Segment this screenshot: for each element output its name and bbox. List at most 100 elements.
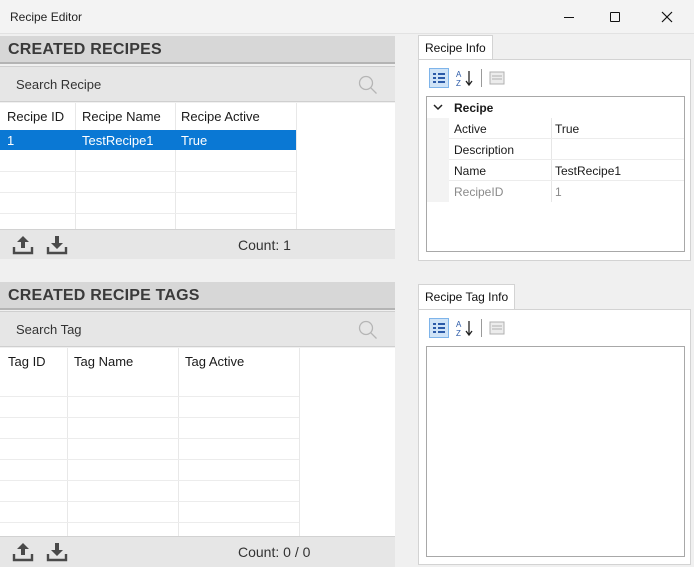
column-header-recipe-name[interactable]: Recipe Name xyxy=(82,109,161,124)
cell-recipe-active: True xyxy=(181,133,208,148)
column-header-recipe-id[interactable]: Recipe ID xyxy=(7,109,64,124)
maximize-button[interactable] xyxy=(589,0,641,34)
categorized-button[interactable] xyxy=(429,68,449,88)
column-divider xyxy=(299,348,300,536)
column-divider xyxy=(551,160,552,181)
column-divider xyxy=(75,103,76,229)
tags-count: Count: 0 / 0 xyxy=(238,544,311,560)
recipe-property-grid[interactable]: Recipe Active True Description Name Test… xyxy=(426,96,685,252)
recipes-heading-label: CREATED RECIPES xyxy=(8,41,162,58)
recipes-table-header: Recipe ID Recipe Name Recipe Active xyxy=(0,103,395,129)
tag-property-grid[interactable] xyxy=(426,346,685,557)
property-pages-button[interactable] xyxy=(487,318,507,338)
svg-text:Z: Z xyxy=(456,329,461,337)
window-title: Recipe Editor xyxy=(10,10,83,24)
recipes-table[interactable]: Recipe ID Recipe Name Recipe Active 1 Te… xyxy=(0,103,395,229)
row-divider xyxy=(0,396,299,397)
row-divider xyxy=(0,480,299,481)
svg-text:A: A xyxy=(456,320,462,329)
search-icon[interactable] xyxy=(358,320,378,340)
property-row[interactable]: Description xyxy=(427,139,684,160)
download-icon[interactable] xyxy=(46,542,68,562)
maximize-icon xyxy=(610,12,620,22)
column-header-tag-id[interactable]: Tag ID xyxy=(8,354,46,369)
tags-heading-label: CREATED RECIPE TAGS xyxy=(8,287,200,304)
recipes-heading: CREATED RECIPES xyxy=(0,36,395,64)
sort-alphabetical-button[interactable]: AZ xyxy=(455,68,475,88)
property-name: Description xyxy=(454,143,515,157)
recipes-footer: Count: 1 xyxy=(0,229,395,259)
property-pages-icon xyxy=(489,71,505,85)
svg-text:A: A xyxy=(456,70,462,79)
tab-recipe-tag-info[interactable]: Recipe Tag Info xyxy=(418,284,516,310)
sort-alpha-icon: AZ xyxy=(456,320,473,337)
toolbar-separator xyxy=(481,69,482,87)
categorized-icon xyxy=(433,323,445,333)
tags-table[interactable]: Tag ID Tag Name Tag Active xyxy=(0,348,395,536)
column-header-recipe-active[interactable]: Recipe Active xyxy=(181,109,260,124)
property-row[interactable]: RecipeID 1 xyxy=(427,181,684,202)
categorized-button[interactable] xyxy=(429,318,449,338)
chevron-down-icon[interactable] xyxy=(433,104,443,111)
close-button[interactable] xyxy=(641,0,693,34)
tab-recipe-info[interactable]: Recipe Info xyxy=(418,35,493,60)
recipes-count: Count: 1 xyxy=(238,237,291,253)
toolbar-separator xyxy=(481,319,482,337)
search-tag-input[interactable]: Search Tag xyxy=(16,322,82,337)
search-icon[interactable] xyxy=(358,75,378,95)
upload-icon[interactable] xyxy=(12,235,34,255)
row-gutter xyxy=(427,139,449,160)
row-divider xyxy=(0,417,299,418)
row-divider xyxy=(0,501,299,502)
search-tag-box[interactable]: Search Tag xyxy=(0,311,395,347)
search-recipe-box[interactable]: Search Recipe xyxy=(0,66,395,102)
row-divider xyxy=(0,522,299,523)
column-header-tag-active[interactable]: Tag Active xyxy=(185,354,244,369)
table-row[interactable]: 1 TestRecipe1 True xyxy=(0,130,296,150)
row-divider xyxy=(0,459,299,460)
categorized-icon xyxy=(433,73,445,83)
property-name: Active xyxy=(454,122,487,136)
row-divider xyxy=(0,171,296,172)
row-gutter xyxy=(427,181,449,202)
property-pages-button[interactable] xyxy=(487,68,507,88)
column-header-tag-name[interactable]: Tag Name xyxy=(74,354,133,369)
minimize-icon xyxy=(564,16,574,18)
close-icon xyxy=(661,11,673,23)
download-icon[interactable] xyxy=(46,235,68,255)
minimize-button[interactable] xyxy=(543,0,595,34)
column-divider xyxy=(551,118,552,139)
tags-table-header: Tag ID Tag Name Tag Active xyxy=(0,348,395,374)
sort-alphabetical-button[interactable]: AZ xyxy=(455,318,475,338)
property-pages-icon xyxy=(489,321,505,335)
property-row[interactable]: Active True xyxy=(427,118,684,139)
column-divider xyxy=(175,103,176,229)
tags-heading: CREATED RECIPE TAGS xyxy=(0,282,395,310)
property-name: Name xyxy=(454,164,487,178)
property-value: 1 xyxy=(555,185,562,199)
property-name: RecipeID xyxy=(454,185,504,199)
row-divider xyxy=(0,438,299,439)
category-row-recipe[interactable]: Recipe xyxy=(427,97,684,118)
cell-recipe-id: 1 xyxy=(7,133,15,148)
column-divider xyxy=(551,139,552,160)
search-recipe-input[interactable]: Search Recipe xyxy=(16,77,101,92)
title-bar: Recipe Editor xyxy=(0,0,694,34)
svg-text:Z: Z xyxy=(456,79,461,87)
column-divider xyxy=(296,103,297,229)
tab-recipe-info-label: Recipe Info xyxy=(425,41,486,55)
property-value[interactable]: True xyxy=(555,122,579,136)
column-divider xyxy=(178,348,179,536)
property-value[interactable]: TestRecipe1 xyxy=(555,164,621,178)
upload-icon[interactable] xyxy=(12,542,34,562)
tags-footer: Count: 0 / 0 xyxy=(0,536,395,567)
property-row[interactable]: Name TestRecipe1 xyxy=(427,160,684,181)
tab-recipe-tag-info-label: Recipe Tag Info xyxy=(425,290,509,304)
column-divider xyxy=(551,181,552,202)
sort-alpha-icon: AZ xyxy=(456,70,473,87)
cell-recipe-name: TestRecipe1 xyxy=(82,133,154,148)
column-divider xyxy=(67,348,68,536)
category-label: Recipe xyxy=(454,101,494,115)
row-gutter xyxy=(427,160,449,181)
row-divider xyxy=(0,213,296,214)
